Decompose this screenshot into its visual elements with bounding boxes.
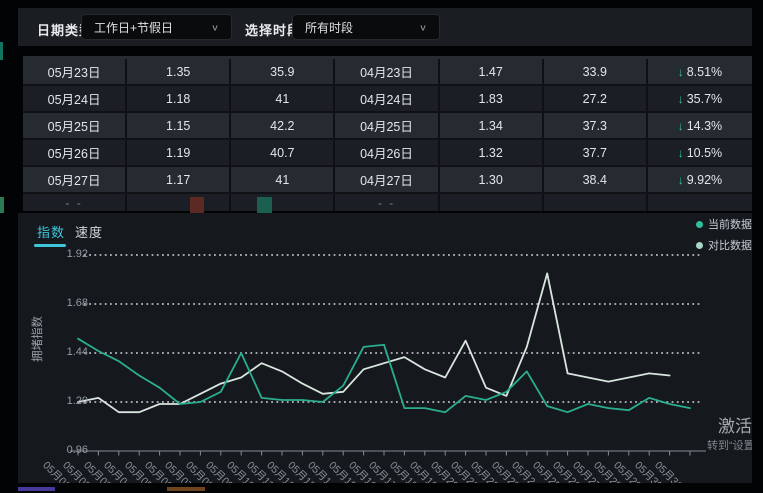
table-cell (440, 194, 544, 211)
y-axis-tick-label: 1.20 (48, 395, 88, 407)
table-cell: 04月25日 (335, 113, 439, 138)
table-cell: 37.7 (544, 140, 648, 165)
table-row[interactable]: 05月24日1.184104月24日1.8327.2↓35.7% (23, 86, 752, 113)
chevron-down-icon: ∨ (419, 22, 427, 32)
y-axis-tick-label: 1.44 (48, 346, 88, 358)
table-cell: 35.9 (231, 59, 335, 84)
table-cell: 04月23日 (335, 59, 439, 84)
table-cell: 1.18 (127, 86, 231, 111)
line-chart-svg (18, 248, 752, 483)
activate-windows-watermark: 激活 W (718, 412, 752, 437)
table-cell: 05月27日 (23, 167, 127, 192)
legend-item[interactable]: 当前数据 (696, 216, 752, 232)
change-percent: 35.7% (687, 92, 722, 106)
legend-dot-icon (696, 242, 703, 249)
table-cell (127, 194, 231, 211)
down-arrow-icon: ↓ (678, 92, 684, 106)
legend-dot-icon (696, 221, 703, 228)
table-row[interactable]: 05月26日1.1940.704月26日1.3237.7↓10.5% (23, 140, 752, 167)
table-cell: 38.4 (544, 167, 648, 192)
table-cell: 04月26日 (335, 140, 439, 165)
bottom-edge-indigo-fragment (18, 487, 55, 491)
table-cell: ↓9.92% (648, 167, 752, 192)
table-cell: 40.7 (231, 140, 335, 165)
tab-speed[interactable]: 速度 (75, 222, 103, 241)
table-cell: 05月26日 (23, 140, 127, 165)
legend-label: 对比数据 (708, 237, 752, 253)
table-cell: 37.3 (544, 113, 648, 138)
down-arrow-icon: ↓ (678, 119, 684, 133)
y-axis-tick-label: 1.92 (48, 248, 88, 260)
left-edge-teal-fragment (0, 42, 3, 60)
down-arrow-icon: ↓ (678, 65, 684, 79)
bottom-edge-brown-fragment (167, 487, 205, 491)
table-cell: - - (335, 194, 439, 211)
period-value: 所有时段 (305, 19, 353, 36)
y-axis-tick-label: 1.68 (48, 297, 88, 309)
table-cell: 04月27日 (335, 167, 439, 192)
series-line-对比数据 (78, 273, 670, 412)
table-cell: 1.34 (440, 113, 544, 138)
table-row[interactable]: 05月25日1.1542.204月25日1.3437.3↓14.3% (23, 113, 752, 140)
table-cell: 42.2 (231, 113, 335, 138)
table-cell: 1.32 (440, 140, 544, 165)
period-select[interactable]: 所有时段 ∨ (292, 14, 440, 40)
table-cell: 1.30 (440, 167, 544, 192)
chart-panel: 指数 速度 拥堵指数 激活 W 转到“设置 1.921.681.441.200.… (18, 213, 752, 483)
table-cell: 33.9 (544, 59, 648, 84)
change-percent: 14.3% (687, 119, 722, 133)
table-cell: 05月24日 (23, 86, 127, 111)
table-cell: 1.19 (127, 140, 231, 165)
table-row-partial: - -- - (23, 194, 752, 211)
down-arrow-icon: ↓ (678, 146, 684, 160)
left-edge-green-fragment (0, 197, 4, 213)
table-cell: 1.83 (440, 86, 544, 111)
table-cell: 41 (231, 86, 335, 111)
date-type-select[interactable]: 工作日+节假日 ∨ (81, 14, 232, 40)
change-percent: 9.92% (687, 173, 722, 187)
table-cell: 04月24日 (335, 86, 439, 111)
active-tab-underline (34, 244, 66, 247)
table-cell (648, 194, 752, 211)
series-line-当前数据 (78, 339, 690, 413)
down-arrow-icon: ↓ (678, 173, 684, 187)
table-cell (231, 194, 335, 211)
table-cell: 41 (231, 167, 335, 192)
table-cell: 27.2 (544, 86, 648, 111)
table-cell (544, 194, 648, 211)
table-cell: ↓14.3% (648, 113, 752, 138)
table-row[interactable]: 05月23日1.3535.904月23日1.4733.9↓8.51% (23, 59, 752, 86)
table-cell: 05月23日 (23, 59, 127, 84)
tab-index[interactable]: 指数 (37, 222, 65, 241)
table-cell: ↓8.51% (648, 59, 752, 84)
table-cell: ↓35.7% (648, 86, 752, 111)
change-percent: 10.5% (687, 146, 722, 160)
table-cell: 1.35 (127, 59, 231, 84)
table-row[interactable]: 05月27日1.174104月27日1.3038.4↓9.92% (23, 167, 752, 194)
table-cell: 05月25日 (23, 113, 127, 138)
legend-item[interactable]: 对比数据 (696, 237, 752, 253)
table-cell: ↓10.5% (648, 140, 752, 165)
change-percent: 8.51% (687, 65, 722, 79)
table-cell: - - (23, 194, 127, 211)
filter-toolbar: 日期类型 工作日+节假日 ∨ 选择时段 所有时段 ∨ (18, 8, 752, 46)
table-cell: 1.17 (127, 167, 231, 192)
date-type-value: 工作日+节假日 (94, 19, 173, 36)
comparison-table: 05月23日1.3535.904月23日1.4733.9↓8.51%05月24日… (23, 59, 752, 211)
legend-label: 当前数据 (708, 216, 752, 232)
table-cell: 1.47 (440, 59, 544, 84)
activate-windows-subtext: 转到“设置 (707, 437, 752, 453)
chevron-down-icon: ∨ (211, 22, 219, 32)
table-cell: 1.15 (127, 113, 231, 138)
y-axis-tick-label: 0.96 (48, 444, 88, 456)
